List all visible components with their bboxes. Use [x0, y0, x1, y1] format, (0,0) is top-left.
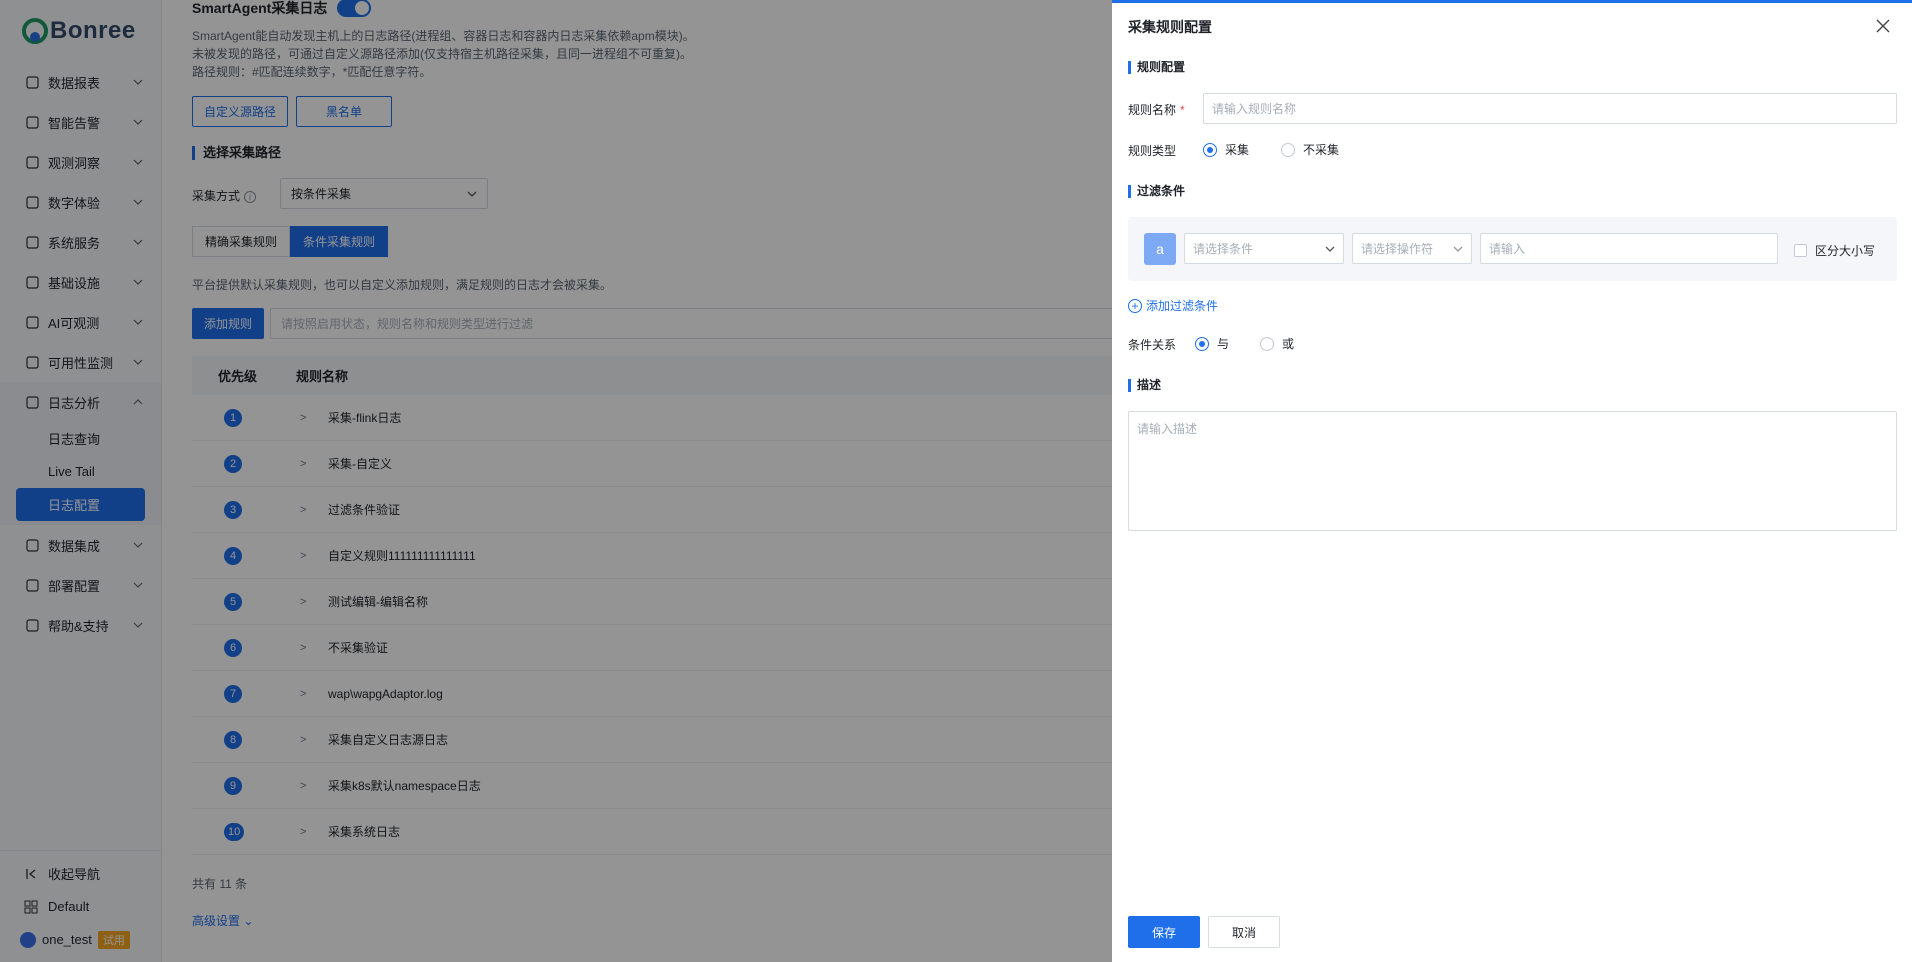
checkbox-icon [1794, 244, 1807, 257]
chevron-down-icon [1325, 246, 1335, 252]
rule-name-label: 规则名称 [1128, 103, 1177, 117]
section-title-filter: 过滤条件 [1128, 185, 1185, 198]
rule-config-drawer: 采集规则配置 规则配置 规则名称 * 请输入规则名称 规则类型 采集 不采集 过滤… [1112, 0, 1912, 962]
radio-and[interactable]: 与 [1195, 335, 1229, 352]
radio-selected-icon [1195, 336, 1209, 351]
case-sensitive-checkbox[interactable]: 区分大小写 [1794, 242, 1875, 259]
chevron-down-icon [1453, 246, 1463, 252]
save-button[interactable]: 保存 [1128, 916, 1200, 948]
case-sensitive-label: 区分大小写 [1815, 244, 1876, 258]
section-title-rule-config: 规则配置 [1128, 61, 1185, 74]
filter-condition-row: a 请选择条件 请选择操作符 请输入 区分大小写 [1128, 217, 1897, 281]
radio-not-collect-label: 不采集 [1303, 143, 1340, 157]
radio-or-label: 或 [1282, 337, 1295, 351]
relation-label: 条件关系 [1128, 338, 1177, 352]
filter-value-input[interactable]: 请输入 [1480, 233, 1778, 264]
radio-collect-label: 采集 [1225, 143, 1250, 157]
modal-overlay[interactable] [0, 0, 1112, 962]
radio-or[interactable]: 或 [1260, 335, 1294, 352]
section-title-description: 描述 [1128, 379, 1161, 392]
radio-and-label: 与 [1217, 337, 1230, 351]
cancel-button[interactable]: 取消 [1208, 916, 1280, 948]
required-mark: * [1180, 103, 1185, 117]
add-filter-label: 添加过滤条件 [1146, 299, 1219, 313]
drawer-title: 采集规则配置 [1128, 19, 1212, 35]
filter-tag: a [1144, 233, 1176, 265]
plus-circle-icon: + [1128, 298, 1142, 313]
radio-not-collect[interactable]: 不采集 [1281, 141, 1339, 158]
rule-name-label-wrap: 规则名称 * [1128, 101, 1185, 118]
radio-selected-icon [1203, 142, 1217, 157]
operator-select-placeholder: 请选择操作符 [1361, 242, 1434, 256]
rule-name-input[interactable]: 请输入规则名称 [1203, 93, 1897, 124]
operator-select[interactable]: 请选择操作符 [1352, 233, 1472, 264]
radio-unselected-icon [1281, 142, 1295, 157]
close-icon[interactable] [1874, 17, 1892, 35]
radio-unselected-icon [1260, 336, 1274, 351]
radio-collect[interactable]: 采集 [1203, 141, 1249, 158]
condition-select-placeholder: 请选择条件 [1193, 242, 1254, 256]
condition-select[interactable]: 请选择条件 [1184, 233, 1344, 264]
rule-type-label: 规则类型 [1128, 144, 1177, 158]
description-textarea[interactable]: 请输入描述 [1128, 411, 1897, 531]
add-filter-button[interactable]: + 添加过滤条件 [1128, 297, 1218, 314]
